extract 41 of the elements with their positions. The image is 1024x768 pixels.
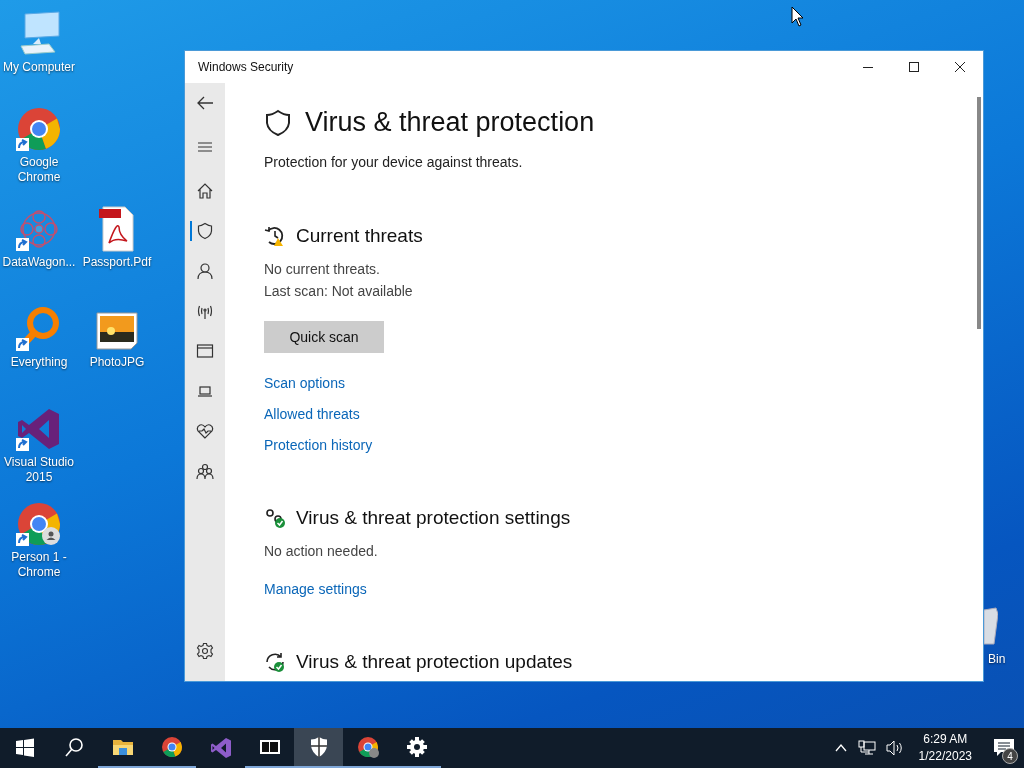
chrome-icon[interactable] [15,105,63,153]
icon-label[interactable]: Person 1 - Chrome [1,550,77,580]
network-icon[interactable] [857,740,876,756]
section-title: Virus & threat protection settings [296,507,571,529]
icon-label[interactable]: Bin [988,652,1006,666]
notification-count: 4 [1002,748,1018,764]
link[interactable]: Protection history [264,437,373,453]
scrollbar[interactable] [977,97,981,329]
section-title: Current threats [296,225,423,247]
icon-label[interactable]: PhotoJPG [79,355,155,370]
mouse-cursor-icon [791,6,805,28]
clock-warning-icon [264,225,286,247]
link[interactable]: Manage settings [264,581,367,597]
icon-label[interactable]: Passport.Pdf [79,255,155,270]
maximize-icon [908,61,920,73]
page-title: Virus & threat protection [305,107,595,138]
menu-icon [197,139,213,155]
quick-scan-button[interactable]: Quick scan [264,321,384,353]
icon-label[interactable]: Everything [1,355,77,370]
icon-label[interactable]: Google Chrome [1,155,77,185]
back-arrow-icon [196,94,214,112]
shield-icon [264,108,292,137]
page-subtitle: Protection for your device against threats. [264,154,524,170]
status-text: No action needed. [264,544,379,559]
clock-date[interactable]: 1/22/2023 [918,748,972,765]
chrome-icon[interactable] [15,500,63,548]
gears-check-icon [264,507,286,529]
icon-label[interactable]: DataWagon... [1,255,77,270]
status-text: Last scan: Not available [264,284,414,299]
link[interactable]: Allowed threats [264,406,360,422]
window-title: Windows Security [198,60,294,74]
clock-time[interactable]: 6:29 AM [923,731,968,748]
shield-icon[interactable] [294,728,343,768]
section-title: Virus & threat protection updates [296,651,573,673]
close-icon [954,61,966,73]
refresh-check-icon [264,651,286,673]
status-text: No current threats. [264,262,381,277]
icon-label[interactable]: Visual Studio 2015 [1,455,77,485]
icon-label[interactable]: My Computer [1,60,77,75]
link[interactable]: Scan options [264,375,345,391]
speaker-icon[interactable] [885,740,904,756]
